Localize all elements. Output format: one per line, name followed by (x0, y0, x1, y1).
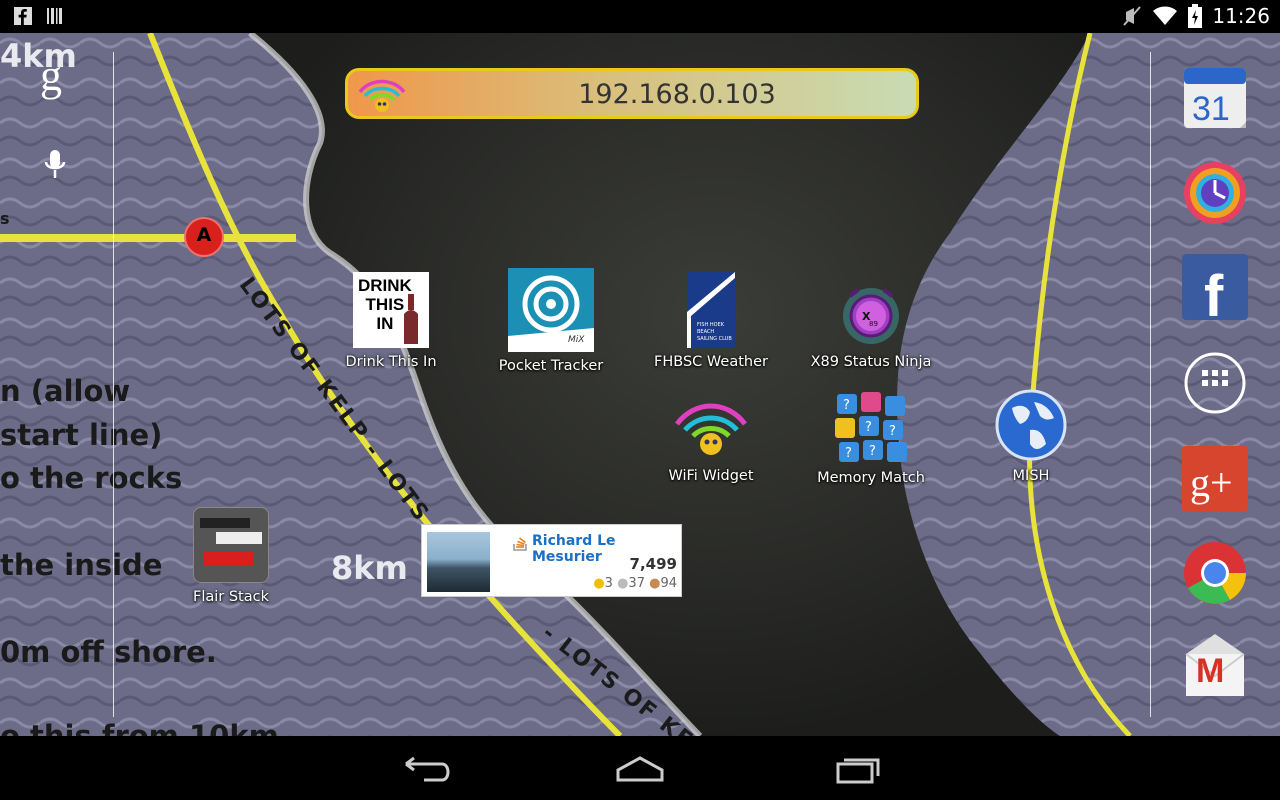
svg-text:M: M (1196, 652, 1224, 690)
silver-badge-count: 37 (628, 576, 645, 591)
svg-text:FISH HOEK: FISH HOEK (697, 322, 725, 328)
search-divider (113, 52, 114, 717)
app-fhbsc-weather[interactable]: FISH HOEK BEACH SAILING CLUB FHBSC Weath… (636, 272, 786, 370)
flair-stack-icon (193, 507, 269, 583)
svg-text:MiX: MiX (568, 335, 585, 345)
app-drawer-icon (1184, 352, 1246, 414)
map-marker-a: A (196, 224, 212, 246)
svg-text:BEACH: BEACH (697, 329, 714, 335)
app-label: Flair Stack (193, 589, 269, 605)
svg-text:f: f (1204, 264, 1224, 322)
barcode-notification-icon (47, 8, 62, 24)
x89-status-ninja-icon: X 89 (843, 288, 899, 344)
wifi-icon (1153, 6, 1178, 25)
mute-icon (1123, 6, 1142, 26)
app-label: Pocket Tracker (498, 358, 604, 374)
dock-gmail[interactable]: M (1180, 632, 1250, 702)
dock-app-drawer[interactable] (1180, 348, 1250, 418)
dock-facebook[interactable]: f (1180, 252, 1250, 329)
app-label: MISH (1012, 468, 1050, 484)
svg-text:?: ? (845, 446, 852, 461)
app-pocket-tracker[interactable]: MiX Pocket Tracker (476, 268, 626, 374)
gmail-icon: M (1185, 634, 1245, 696)
wifi-widget-app-icon (675, 403, 747, 455)
calendar-icon: 31 (1184, 68, 1246, 128)
app-x89-status-ninja[interactable]: X 89 X89 Status Ninja (796, 282, 946, 370)
clock-icon (1184, 162, 1246, 224)
memory-match-icon: ? ? ? ? ? (835, 392, 907, 462)
svg-text:?: ? (843, 398, 850, 413)
svg-text:SAILING CLUB: SAILING CLUB (697, 336, 732, 342)
fhbsc-weather-icon: FISH HOEK BEACH SAILING CLUB (687, 272, 735, 348)
home-icon[interactable] (610, 750, 670, 786)
svg-text:?: ? (869, 444, 876, 459)
app-label: Drink This In (345, 354, 437, 370)
map-text-line-6: o this from 10km (0, 719, 279, 736)
dock-chrome[interactable] (1180, 538, 1250, 608)
avatar (427, 532, 490, 592)
facebook-notification-icon (14, 7, 32, 25)
svg-text:89: 89 (869, 320, 878, 328)
svg-text:g+: g+ (1190, 460, 1233, 505)
gold-badge-count: 3 (604, 576, 613, 591)
map-text-line-1: n (allow (0, 374, 131, 408)
reputation: 7,499 (629, 555, 677, 573)
facebook-icon: f (1182, 254, 1248, 329)
map-text-line-2: start line) (0, 418, 163, 452)
badge-counts: ●3 ●37 ●94 (593, 576, 677, 591)
map-text-letter: s (0, 209, 10, 228)
flair-widget[interactable]: Richard Le Mesurier 7,499 ●3 ●37 ●94 (421, 524, 682, 597)
app-label: WiFi Widget (668, 468, 754, 484)
dock-divider (1150, 52, 1151, 717)
app-wifi-widget[interactable]: WiFi Widget (636, 396, 786, 484)
bronze-badge-count: 94 (660, 576, 677, 591)
dock-google-plus[interactable]: g+ (1180, 444, 1250, 514)
battery-icon (1188, 4, 1203, 28)
mic-icon[interactable] (42, 148, 68, 182)
map-text-line-5: 0m off shore. (0, 635, 217, 669)
google-search-button[interactable]: g (40, 50, 62, 101)
app-label: Memory Match (817, 470, 925, 486)
map-wallpaper: 4km 8km A LOTS OF KELP - LOTS OF - LOTS … (0, 33, 1280, 736)
dock-clock[interactable] (1180, 158, 1250, 228)
ip-address-widget[interactable]: 192.168.0.103 (345, 68, 919, 119)
google-plus-icon: g+ (1182, 446, 1248, 512)
recents-icon[interactable] (828, 750, 888, 786)
stackoverflow-icon (513, 537, 527, 551)
map-text-line-4: the inside (0, 548, 163, 582)
map-image (0, 33, 1280, 736)
dock-calendar[interactable]: 31 (1180, 62, 1250, 132)
globe-icon (995, 389, 1067, 461)
distance-label-4km: 4km (0, 37, 77, 75)
clock-time: 11:26 (1212, 4, 1270, 28)
svg-text:?: ? (865, 420, 872, 435)
map-text-line-3: o the rocks (0, 461, 183, 495)
app-flair-stack[interactable]: Flair Stack (156, 507, 306, 605)
svg-text:?: ? (889, 424, 896, 439)
chrome-icon (1184, 542, 1246, 604)
app-memory-match[interactable]: ? ? ? ? ? Memory Match (796, 390, 946, 486)
distance-label-8km: 8km (331, 549, 408, 587)
drink-this-in-icon: DRINK THIS IN (353, 272, 429, 348)
pocket-tracker-icon: MiX (508, 268, 594, 352)
back-icon[interactable] (394, 750, 454, 786)
app-label: FHBSC Weather (654, 354, 768, 370)
app-mish[interactable]: MISH (956, 388, 1106, 484)
navigation-bar (0, 736, 1280, 800)
app-drink-this-in[interactable]: DRINK THIS IN Drink This In (316, 272, 466, 370)
app-label: X89 Status Ninja (810, 354, 932, 370)
ip-address-text: 192.168.0.103 (578, 79, 776, 110)
svg-text:31: 31 (1192, 90, 1230, 128)
status-bar: 11:26 (0, 0, 1280, 33)
